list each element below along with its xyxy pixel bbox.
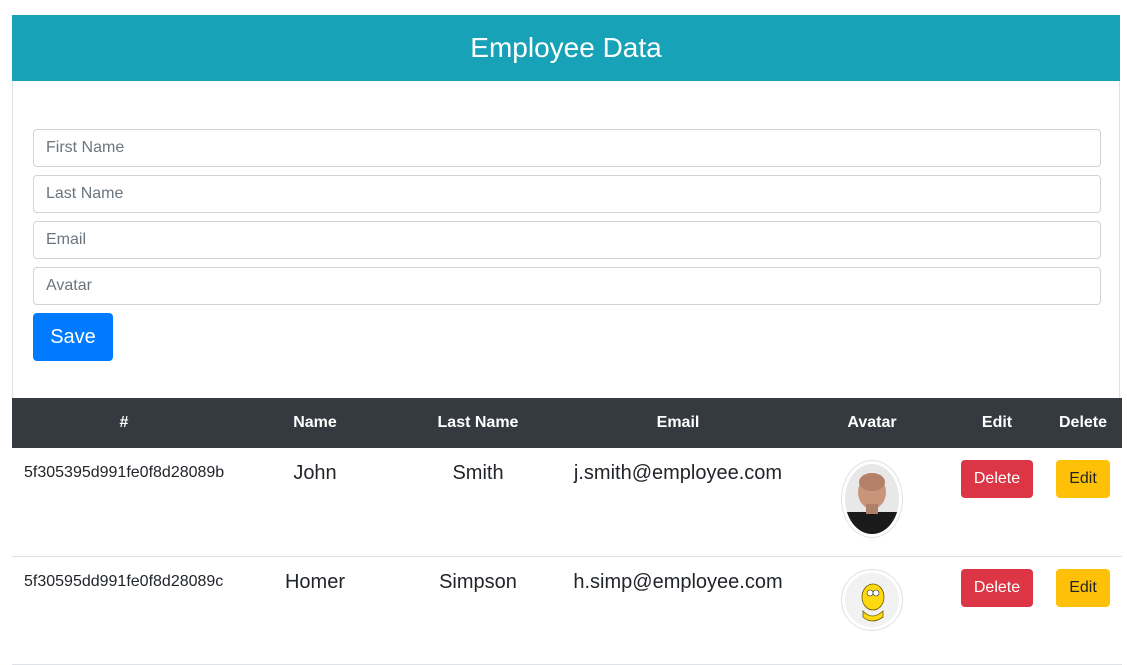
column-header-email: Email: [656, 414, 700, 431]
avatar-cell: [794, 556, 950, 664]
card-header: Employee Data: [12, 15, 1120, 81]
employee-id: 5f305395d991fe0f8d28089b: [24, 464, 225, 481]
person-photo-avatar-icon: [845, 464, 899, 534]
employee-email: h.simp@employee.com: [573, 570, 783, 593]
employee-id: 5f30595dd991fe0f8d28089c: [24, 572, 224, 590]
column-header-id: #: [119, 414, 129, 431]
table-row: 5f30595dd991fe0f8d28089c Homer Simpson h…: [12, 556, 1122, 664]
column-header-last-name: Last Name: [437, 414, 519, 431]
column-header-avatar: Avatar: [847, 414, 897, 431]
cartoon-avatar-icon: [845, 572, 899, 627]
employee-name: Homer: [284, 570, 345, 593]
employee-last-name: Simpson: [439, 570, 517, 593]
employee-email: j.smith@employee.com: [573, 462, 783, 484]
employee-last-name: Smith: [452, 462, 504, 484]
employee-form-card: Employee Data Save: [12, 15, 1120, 398]
table-row: 5f305395d991fe0f8d28089b John Smith j.sm…: [12, 448, 1122, 556]
save-button[interactable]: Save: [33, 313, 113, 361]
delete-button[interactable]: Delete: [961, 568, 1033, 607]
avatar-cell: [794, 448, 950, 556]
first-name-input[interactable]: [33, 129, 1101, 167]
avatar: [841, 568, 903, 631]
table-head: # Name Last Name Email Avatar Edit Delet…: [12, 398, 1122, 448]
employee-form: Save: [33, 129, 1101, 361]
email-input[interactable]: [33, 221, 1101, 259]
column-header-delete: Delete: [1058, 414, 1108, 431]
employee-name: John: [293, 462, 337, 484]
edit-button[interactable]: Edit: [1056, 460, 1110, 498]
avatar: [841, 460, 903, 538]
page-title: Employee Data: [470, 32, 662, 63]
avatar-input[interactable]: [33, 267, 1101, 305]
employee-table: # Name Last Name Email Avatar Edit Delet…: [12, 398, 1122, 665]
last-name-input[interactable]: [33, 175, 1101, 213]
delete-button[interactable]: Delete: [961, 460, 1033, 498]
edit-button[interactable]: Edit: [1056, 568, 1110, 607]
column-header-name: Name: [293, 414, 337, 431]
column-header-edit: Edit: [981, 414, 1013, 431]
